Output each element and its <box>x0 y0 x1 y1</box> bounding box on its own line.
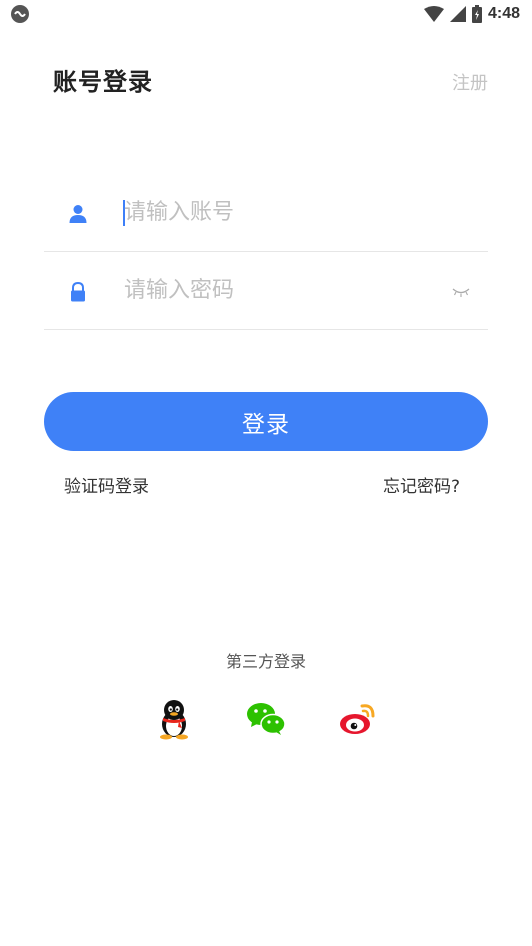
eye-closed-icon[interactable] <box>452 286 470 298</box>
forgot-password-link[interactable]: 忘记密码? <box>383 472 460 497</box>
sms-login-link[interactable]: 验证码登录 <box>64 472 149 497</box>
page-title: 账号登录 <box>53 68 153 96</box>
account-field[interactable]: 请输入账号 <box>44 174 488 252</box>
battery-charging-icon <box>471 5 482 23</box>
weibo-icon[interactable] <box>338 698 378 740</box>
wifi-icon <box>423 6 444 22</box>
qq-icon[interactable] <box>154 698 194 740</box>
signal-icon <box>449 6 466 22</box>
status-indicators: 4:48 <box>423 3 520 25</box>
wechat-icon[interactable] <box>246 698 286 740</box>
password-input[interactable]: 请输入密码 <box>124 276 234 306</box>
status-bar: 4:48 <box>0 0 532 30</box>
login-button[interactable]: 登录 <box>44 392 488 451</box>
status-time: 4:48 <box>487 5 520 22</box>
register-link[interactable]: 注册 <box>452 69 488 95</box>
user-icon <box>69 205 87 223</box>
third-party-label: 第三方登录 <box>225 652 306 671</box>
app-notification-icon <box>11 5 29 23</box>
lock-icon <box>71 282 85 302</box>
account-input[interactable]: 请输入账号 <box>124 198 234 228</box>
password-field[interactable]: 请输入密码 <box>44 252 488 330</box>
